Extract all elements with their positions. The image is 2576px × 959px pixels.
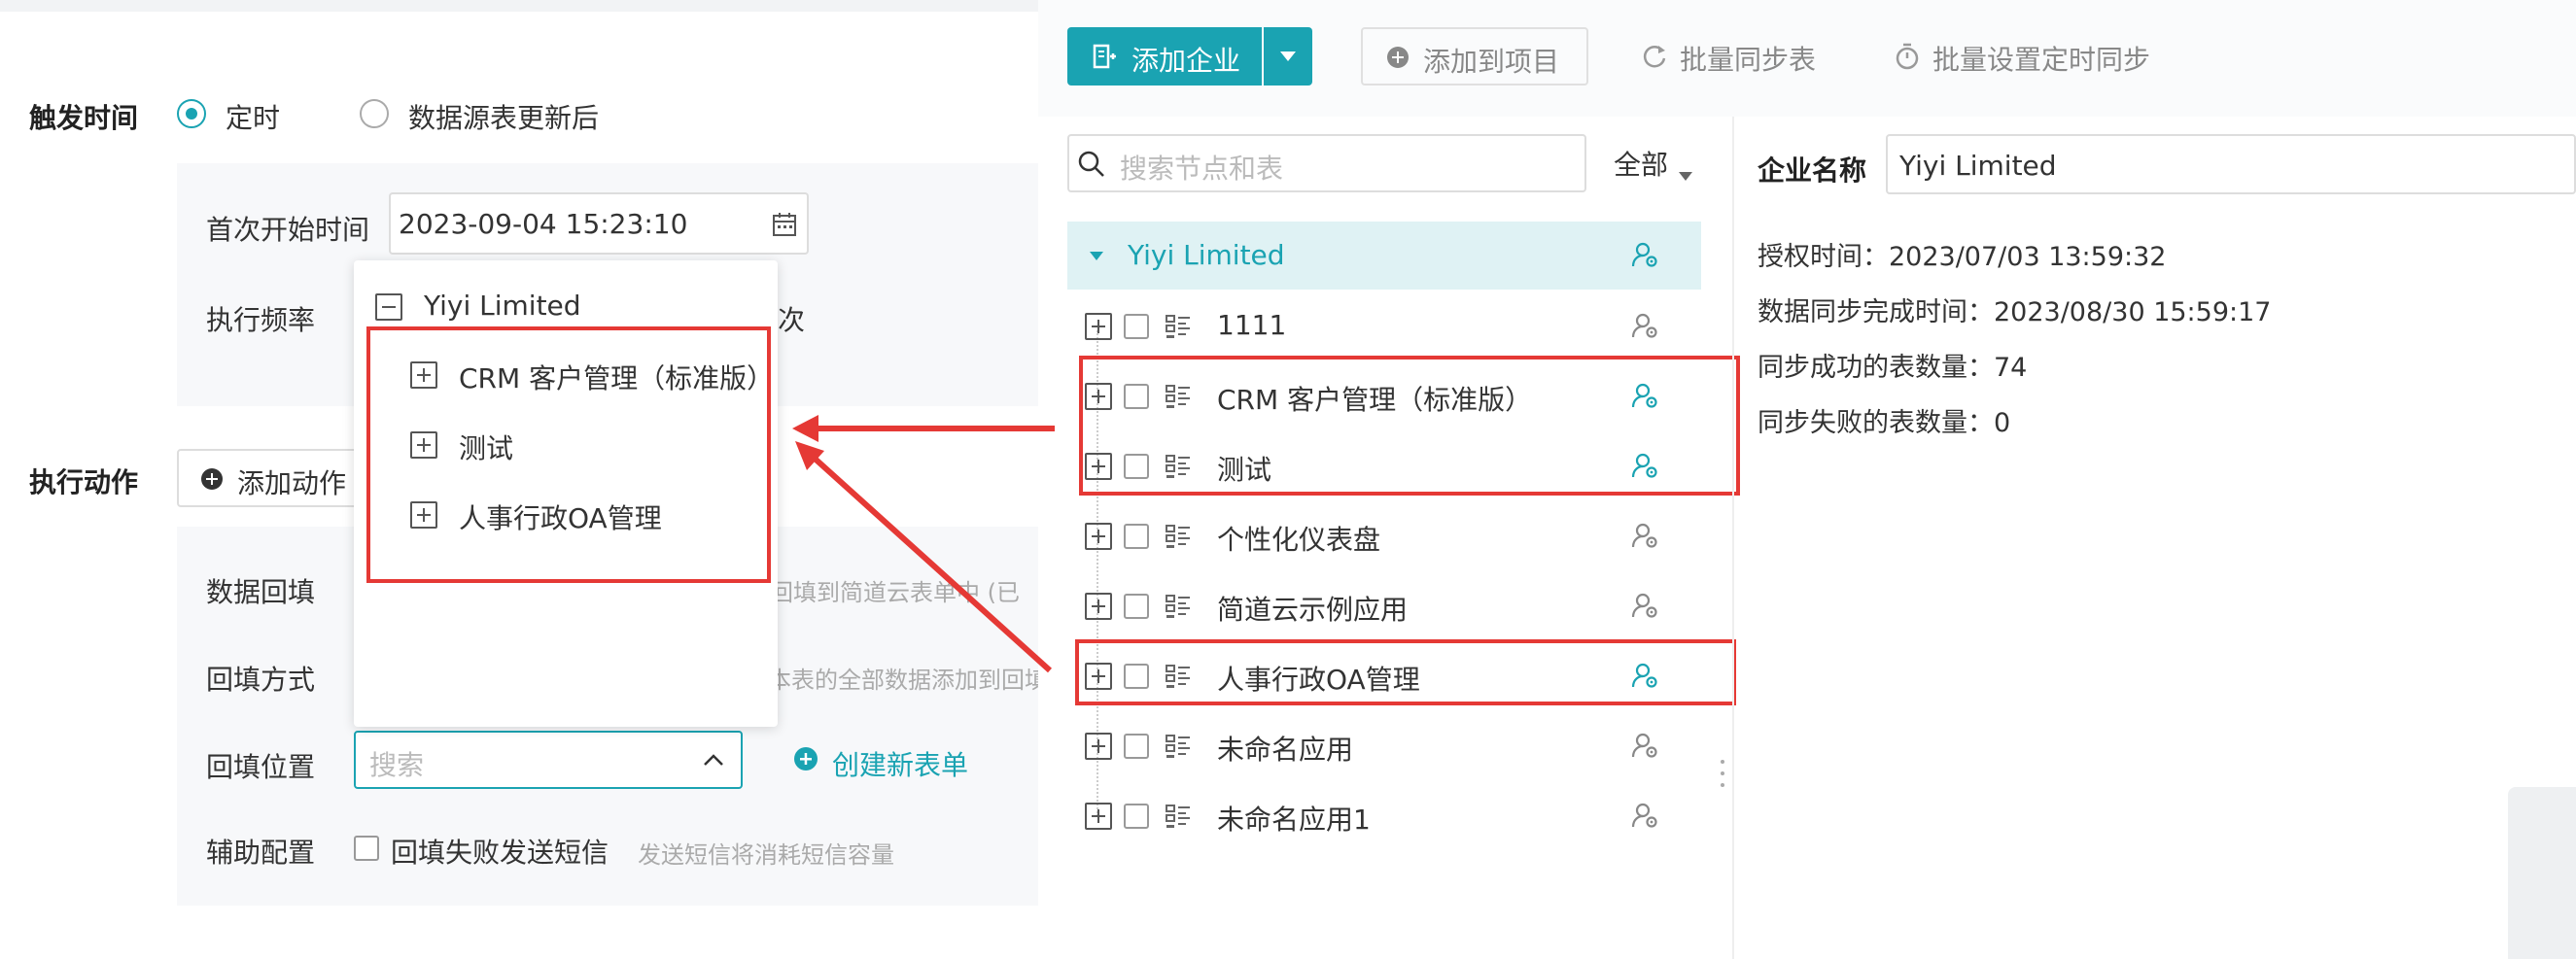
annotation-arrows	[792, 415, 1055, 673]
arrow-head	[792, 415, 818, 442]
arrow-line	[810, 454, 1053, 673]
